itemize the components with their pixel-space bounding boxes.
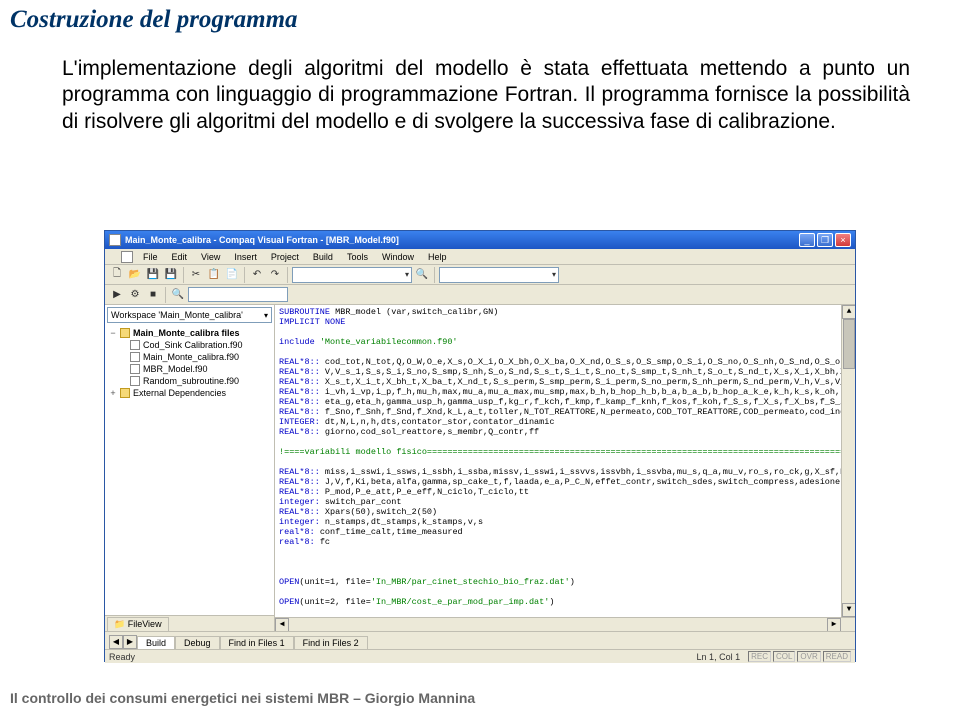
tree-item[interactable]: Cod_Sink Calibration.f90 xyxy=(109,339,270,351)
main-toolbar: 🗋 📂 💾 💾 ✂ 📋 📄 ↶ ↷ 🔍 xyxy=(105,265,855,285)
build-icon[interactable]: ⚙ xyxy=(127,287,143,303)
status-col: COL xyxy=(773,651,795,662)
sidebar-tabs: 📁 FileView xyxy=(105,615,274,631)
close-button[interactable]: × xyxy=(835,233,851,247)
workspace-selector[interactable]: Workspace 'Main_Monte_calibra' xyxy=(107,307,272,323)
open-icon[interactable]: 📂 xyxy=(127,267,143,283)
stop-icon[interactable]: ■ xyxy=(145,287,161,303)
tab-find1[interactable]: Find in Files 1 xyxy=(220,636,294,649)
tree-root[interactable]: −Main_Monte_calibra files xyxy=(109,327,270,339)
tree-item[interactable]: MBR_Model.f90 xyxy=(109,363,270,375)
status-ovr: OVR xyxy=(797,651,820,662)
status-position: Ln 1, Col 1 xyxy=(697,652,741,662)
tab-fileview[interactable]: 📁 FileView xyxy=(107,617,169,631)
save-icon[interactable]: 💾 xyxy=(145,267,161,283)
scroll-left-icon[interactable]: ◀ xyxy=(109,635,123,649)
slide-title: Costruzione del programma xyxy=(10,6,298,34)
horizontal-scrollbar[interactable]: ◀ ▶ xyxy=(275,617,855,631)
ide-screenshot: Main_Monte_calibra - Compaq Visual Fortr… xyxy=(104,230,856,662)
find-input[interactable] xyxy=(188,287,288,302)
scroll-up-icon[interactable]: ▲ xyxy=(842,305,855,319)
scroll-right-icon[interactable]: ▶ xyxy=(827,618,841,631)
find-icon[interactable]: 🔍 xyxy=(170,287,186,303)
workarea: Workspace 'Main_Monte_calibra' −Main_Mon… xyxy=(105,305,855,631)
menu-insert[interactable]: Insert xyxy=(228,251,263,263)
menu-help[interactable]: Help xyxy=(422,251,453,263)
minimize-button[interactable]: _ xyxy=(799,233,815,247)
cut-icon[interactable]: ✂ xyxy=(188,267,204,283)
tree-item[interactable]: Random_subroutine.f90 xyxy=(109,375,270,387)
status-read: READ xyxy=(823,651,851,662)
menu-build[interactable]: Build xyxy=(307,251,339,263)
tab-find2[interactable]: Find in Files 2 xyxy=(294,636,368,649)
scroll-left-icon[interactable]: ◀ xyxy=(275,618,289,631)
secondary-toolbar: ▶ ⚙ ■ 🔍 xyxy=(105,285,855,305)
scroll-right-icon[interactable]: ▶ xyxy=(123,635,137,649)
window-titlebar: Main_Monte_calibra - Compaq Visual Fortr… xyxy=(105,231,855,249)
menu-view[interactable]: View xyxy=(195,251,226,263)
slide-footer: Il controllo dei consumi energetici nei … xyxy=(10,690,475,706)
code-content: SUBROUTINE MBR_model (var,switch_calibr,… xyxy=(275,305,855,631)
menu-tools[interactable]: Tools xyxy=(341,251,374,263)
redo-icon[interactable]: ↷ xyxy=(267,267,283,283)
scroll-down-icon[interactable]: ▼ xyxy=(842,603,855,617)
body-paragraph: L'implementazione degli algoritmi del mo… xyxy=(62,56,910,135)
menu-project[interactable]: Project xyxy=(265,251,305,263)
scroll-thumb[interactable] xyxy=(843,319,855,369)
paste-icon[interactable]: 📄 xyxy=(224,267,240,283)
menu-window[interactable]: Window xyxy=(376,251,420,263)
context-dropdown[interactable] xyxy=(292,267,412,283)
tab-debug[interactable]: Debug xyxy=(175,636,220,649)
menu-file[interactable]: File xyxy=(137,251,164,263)
output-tabs: ◀ ▶ Build Debug Find in Files 1 Find in … xyxy=(105,631,855,649)
tree-external-deps[interactable]: +External Dependencies xyxy=(109,387,270,399)
menubar: File Edit View Insert Project Build Tool… xyxy=(105,249,855,265)
document-icon xyxy=(121,251,133,263)
workspace-panel: Workspace 'Main_Monte_calibra' −Main_Mon… xyxy=(105,305,275,631)
app-icon xyxy=(109,234,121,246)
tree-item[interactable]: Main_Monte_calibra.f90 xyxy=(109,351,270,363)
maximize-button[interactable]: ❐ xyxy=(817,233,833,247)
status-rec: REC xyxy=(748,651,771,662)
vertical-scrollbar[interactable]: ▲ ▼ xyxy=(841,305,855,617)
file-tree: −Main_Monte_calibra files Cod_Sink Calib… xyxy=(105,325,274,401)
search-icon[interactable]: 🔍 xyxy=(414,267,430,283)
tab-build[interactable]: Build xyxy=(137,636,175,649)
new-icon[interactable]: 🗋 xyxy=(109,267,125,283)
copy-icon[interactable]: 📋 xyxy=(206,267,222,283)
status-ready: Ready xyxy=(109,652,135,662)
code-editor[interactable]: SUBROUTINE MBR_model (var,switch_calibr,… xyxy=(275,305,855,631)
statusbar: Ready Ln 1, Col 1 REC COL OVR READ xyxy=(105,649,855,663)
undo-icon[interactable]: ↶ xyxy=(249,267,265,283)
compile-icon[interactable]: ▶ xyxy=(109,287,125,303)
window-title: Main_Monte_calibra - Compaq Visual Fortr… xyxy=(125,235,799,245)
menu-edit[interactable]: Edit xyxy=(166,251,194,263)
save-all-icon[interactable]: 💾 xyxy=(163,267,179,283)
member-dropdown[interactable] xyxy=(439,267,559,283)
